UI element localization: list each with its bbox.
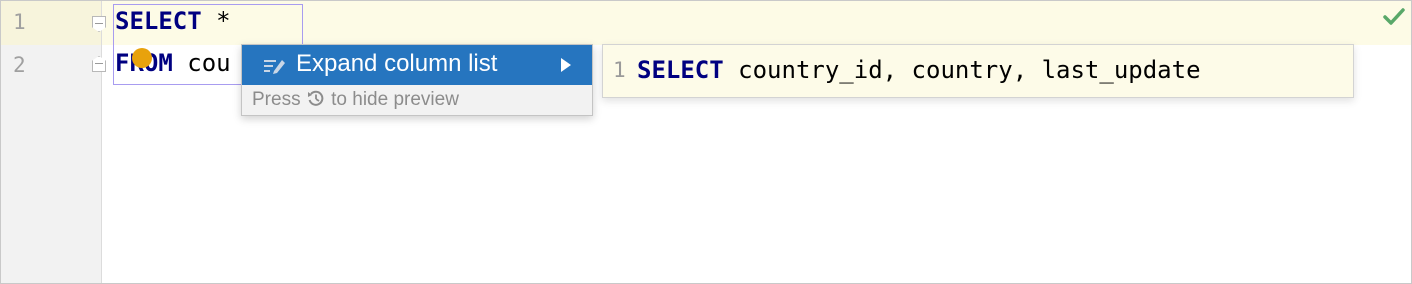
sql-keyword: SELECT — [637, 56, 724, 84]
undo-arrow-icon — [307, 90, 324, 106]
checkmark-icon — [1383, 8, 1405, 25]
intention-icon — [264, 60, 285, 74]
line-number-2: 2 — [13, 53, 26, 77]
menu-item-label: Expand column list — [296, 50, 498, 77]
intention-bulb-icon[interactable] — [132, 48, 152, 68]
preview-code-text: country_id, country, last_update — [723, 56, 1201, 84]
preview-code: SELECT country_id, country, last_update — [637, 56, 1201, 84]
sql-editor[interactable]: 1 2 SELECT * FROM cou Expand column list… — [0, 0, 1412, 284]
preview-popup: 1 SELECT country_id, country, last_updat… — [602, 44, 1354, 98]
intention-popup-menu: Expand column list Press to hide preview — [241, 44, 593, 116]
hint-suffix: to hide preview — [325, 89, 459, 110]
submenu-arrow-icon[interactable] — [561, 58, 571, 72]
line-number-1: 1 — [13, 10, 26, 34]
hint-prefix: Press — [252, 89, 306, 110]
preview-hint: Press to hide preview — [252, 89, 459, 111]
expand-column-list-item[interactable]: Expand column list — [242, 45, 592, 85]
preview-line-number: 1 — [613, 58, 626, 82]
